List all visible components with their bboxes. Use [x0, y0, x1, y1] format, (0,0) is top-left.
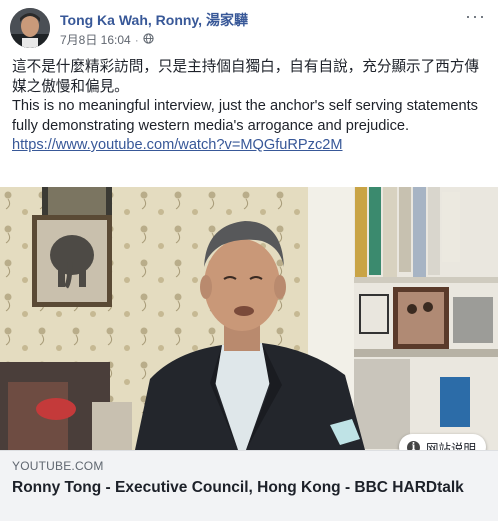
link-domain: YOUTUBE.COM	[12, 459, 104, 473]
avatar[interactable]	[10, 8, 50, 48]
link-title[interactable]: Ronny Tong - Executive Council, Hong Kon…	[12, 478, 482, 497]
post-meta: 7月8日 16:04 ·	[60, 31, 154, 48]
facebook-post: Tong Ka Wah, Ronny, 湯家驊 7月8日 16:04 · ···…	[0, 0, 498, 521]
post-link[interactable]: https://www.youtube.com/watch?v=MQGfuRPz…	[12, 137, 343, 153]
post-text-english: This is no meaningful interview, just th…	[12, 98, 478, 134]
more-options-button[interactable]: ···	[465, 6, 486, 27]
globe-icon[interactable]	[143, 32, 154, 47]
post-author[interactable]: Tong Ka Wah, Ronny, 湯家驊	[60, 10, 248, 30]
video-thumbnail[interactable]	[0, 187, 498, 450]
post-timestamp[interactable]: 7月8日 16:04	[60, 31, 131, 48]
post-text: 這不是什麼精彩訪問，只是主持個自獨白，自有自說，充分顯示了西方傳媒之傲慢和偏見。…	[12, 58, 488, 156]
link-preview[interactable]: YOUTUBE.COM Ronny Tong - Executive Counc…	[0, 450, 498, 521]
post-text-chinese: 這不是什麼精彩訪問，只是主持個自獨白，自有自說，充分顯示了西方傳媒之傲慢和偏見。	[12, 59, 480, 95]
meta-separator: ·	[134, 32, 139, 47]
